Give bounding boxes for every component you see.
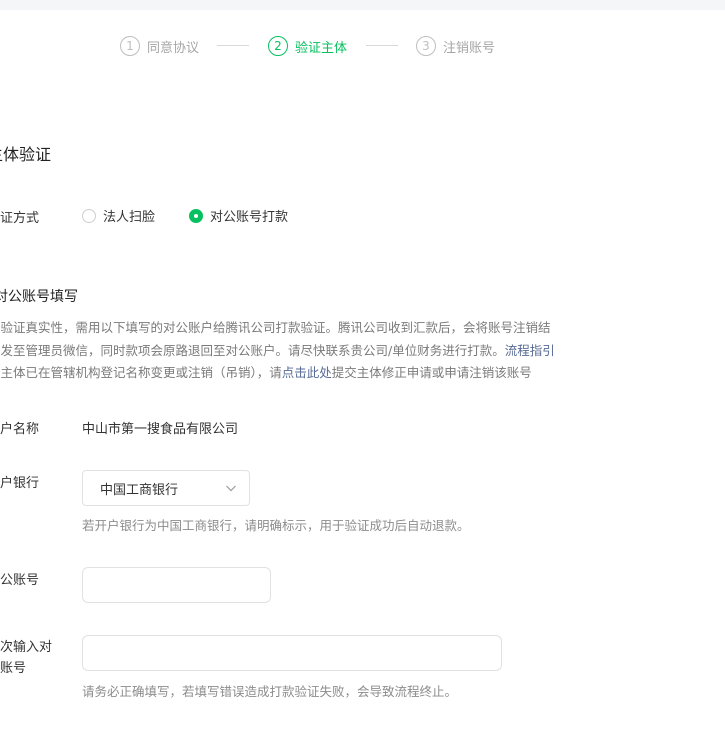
account-fill-title: 对公账号填写 — [0, 289, 78, 305]
bank-selected-value: 中国工商银行 — [100, 482, 179, 498]
confirm-label-line: 公账号 — [0, 661, 27, 676]
step-cancel: 3 注销账号 — [416, 35, 495, 57]
notice-text-segment: 若主体已在管辖机构登记名称变更或注销（吊销），请 — [0, 365, 282, 380]
bank-label: 开户银行 — [0, 476, 40, 491]
radio-label: 法人扫脸 — [103, 210, 156, 225]
bank-select[interactable]: 中国工商银行 — [82, 470, 250, 506]
radio-face-scan[interactable]: 法人扫脸 — [82, 206, 155, 225]
step-number: 1 — [120, 36, 140, 56]
account-name-value: 中山市第一搜食品有限公司 — [82, 422, 239, 437]
notice-text-segment: 果发至管理员微信，同时款项会原路退回至对公账户。请尽快联系贵公司/单位财务进行打… — [0, 342, 505, 358]
click-here-link[interactable]: 点击此处 — [282, 365, 332, 380]
section-title: 主体验证 — [0, 145, 52, 164]
account-number-input[interactable] — [82, 567, 271, 603]
confirm-account-input[interactable] — [82, 635, 502, 671]
step-label: 验证主体 — [295, 40, 348, 56]
notice-line: 为验证真实性，需用以下填写的对公账户给腾讯公司打款验证。腾讯公司收到汇款后，会将… — [0, 320, 551, 335]
step-label: 同意协议 — [147, 40, 200, 56]
notice-text-segment: 提交主体修正申请或申请注销该账号 — [331, 365, 532, 380]
confirm-label-line: 再次输入对 — [0, 640, 53, 655]
account-number-label: 对公账号 — [0, 573, 40, 588]
account-name-label: 开户名称 — [0, 422, 40, 437]
radio-label: 对公账号打款 — [210, 210, 289, 225]
process-guide-link[interactable]: 流程指引 — [505, 343, 555, 358]
step-number: 3 — [416, 36, 436, 56]
step-connector — [366, 45, 398, 46]
notice-line: 若主体已在管辖机构登记名称变更或注销（吊销），请点击此处提交主体修正申请或申请注… — [0, 362, 638, 385]
notice-line: 果发至管理员微信，同时款项会原路退回至对公账户。请尽快联系贵公司/单位财务进行打… — [0, 340, 638, 363]
radio-dot[interactable] — [189, 208, 203, 223]
verify-method-label: 验证方式 — [0, 211, 40, 226]
confirm-hint: 请务必正确填写，若填写错误造成打款验证失败，会导致流程终止。 — [82, 684, 458, 699]
chevron-down-icon — [226, 485, 236, 492]
progress-stepper: 1 同意协议 2 验证主体 3 注销账号 — [0, 35, 725, 57]
step-label: 注销账号 — [443, 40, 496, 56]
radio-dot[interactable] — [82, 208, 96, 223]
top-bar — [0, 0, 725, 10]
notice-text: 为验证真实性，需用以下填写的对公账户给腾讯公司打款验证。腾讯公司收到汇款后，会将… — [0, 317, 638, 385]
bank-hint: 若开户银行为中国工商银行，请明确标示，用于验证成功后自动退款。 — [82, 518, 470, 533]
step-agree: 1 同意协议 — [120, 35, 199, 57]
step-verify: 2 验证主体 — [268, 35, 347, 57]
step-number: 2 — [268, 36, 288, 56]
step-connector — [217, 45, 249, 46]
confirm-account-label: 再次输入对 公账号 — [0, 637, 52, 679]
radio-corporate-transfer[interactable]: 对公账号打款 — [189, 206, 288, 225]
